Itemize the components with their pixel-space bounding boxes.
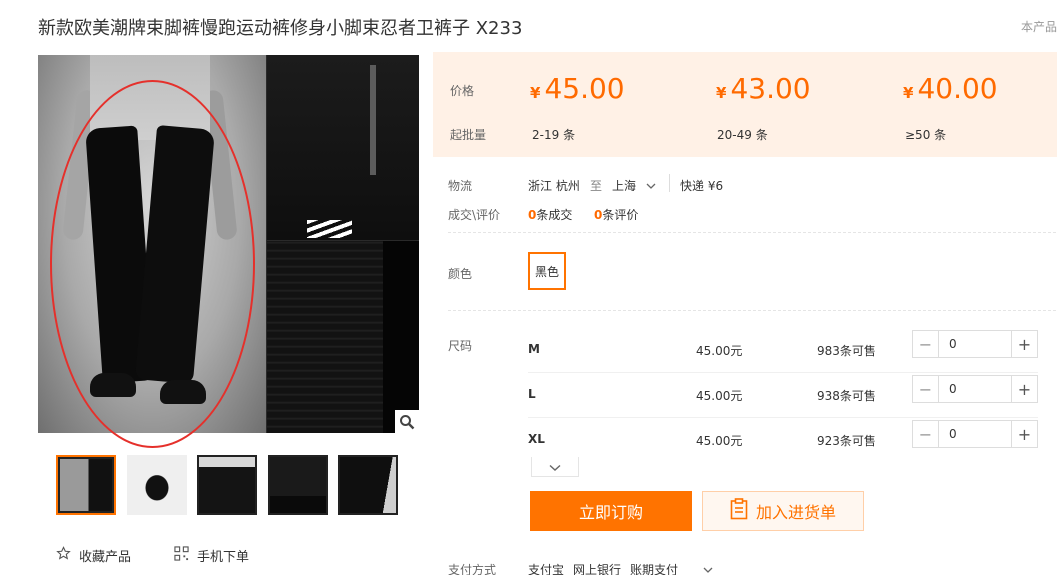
tier-price-3: ¥40.00	[903, 72, 998, 105]
deals-count-link[interactable]: 0条成交	[528, 206, 572, 223]
star-outline-icon	[56, 546, 71, 565]
size-name: M	[528, 342, 540, 356]
chevron-down-icon	[703, 563, 713, 575]
to-word: 至	[590, 179, 603, 193]
decrease-button[interactable]: −	[913, 421, 939, 447]
mobile-label: 手机下单	[197, 550, 250, 565]
moq-label: 起批量	[450, 128, 487, 142]
buy-now-button[interactable]: 立即订购	[530, 491, 692, 531]
qr-code-icon	[174, 546, 189, 565]
size-stock: 938条可售	[817, 389, 876, 403]
highlight-circle	[50, 80, 255, 448]
payment-option-online-bank: 网上银行	[573, 563, 622, 575]
size-row-m: M 45.00元 983条可售 − 0 +	[528, 328, 1038, 373]
color-label: 颜色	[448, 267, 473, 281]
thumbnail-strip	[56, 455, 398, 517]
thumbnail-1[interactable]	[56, 455, 116, 515]
price-label: 价格	[450, 84, 475, 98]
reviews-count-link[interactable]: 0条评价	[594, 206, 638, 223]
size-price: 45.00元	[696, 434, 743, 448]
product-title: 新款欧美潮牌束脚裤慢跑运动裤修身小脚束忍者卫裤子 X233	[38, 18, 523, 39]
favorite-label: 收藏产品	[79, 550, 132, 565]
quantity-stepper: − 0 +	[912, 330, 1038, 358]
size-label: 尺码	[448, 339, 473, 353]
origin-location: 浙江 杭州	[528, 179, 580, 193]
quantity-input[interactable]: 0	[939, 376, 1011, 402]
tier-price-1: ¥45.00	[530, 72, 625, 105]
related-products-link[interactable]: 本产品	[1021, 18, 1057, 35]
size-name: XL	[528, 432, 545, 446]
thumbnail-2[interactable]	[127, 455, 187, 515]
mobile-order-button[interactable]: 手机下单	[174, 546, 249, 565]
color-option-black[interactable]: 黑色	[528, 252, 566, 290]
payment-option-credit: 账期支付	[630, 563, 679, 575]
logistics-label: 物流	[448, 179, 473, 193]
tier-range-2: 20-49 条	[717, 128, 768, 142]
quantity-input[interactable]: 0	[939, 421, 1011, 447]
tier-range-1: 2-19 条	[532, 128, 576, 142]
payment-label: 支付方式	[448, 563, 497, 575]
add-to-purchase-list-button[interactable]: 加入进货单	[702, 491, 864, 531]
favorite-product-button[interactable]: 收藏产品	[56, 546, 131, 565]
deals-reviews-label: 成交\评价	[448, 208, 501, 222]
tier-price-2: ¥43.00	[716, 72, 811, 105]
expand-sizes-button[interactable]	[531, 457, 579, 477]
shipping-fee: 快递 ¥6	[680, 179, 724, 193]
price-panel: 价格 起批量 ¥45.00 ¥43.00 ¥40.00 2-19 条 20-49…	[433, 52, 1057, 157]
chevron-down-icon	[646, 179, 656, 193]
increase-button[interactable]: +	[1011, 331, 1037, 357]
section-divider	[448, 232, 1056, 233]
quantity-stepper: − 0 +	[912, 420, 1038, 448]
decrease-button[interactable]: −	[913, 376, 939, 402]
section-divider	[448, 310, 1056, 311]
tier-range-3: ≥50 条	[905, 128, 947, 142]
size-row-l: L 45.00元 938条可售 − 0 +	[528, 373, 1038, 418]
cuff-detail-photo	[267, 241, 419, 433]
size-name: L	[528, 387, 536, 401]
add-to-list-label: 加入进货单	[755, 503, 836, 522]
thumbnail-4[interactable]	[268, 455, 328, 515]
increase-button[interactable]: +	[1011, 421, 1037, 447]
logistics-divider	[669, 174, 670, 192]
pocket-detail-photo	[267, 55, 419, 240]
decrease-button[interactable]: −	[913, 331, 939, 357]
chevron-down-icon	[549, 457, 561, 476]
increase-button[interactable]: +	[1011, 376, 1037, 402]
quantity-stepper: − 0 +	[912, 375, 1038, 403]
magnifier-icon[interactable]	[395, 410, 419, 434]
size-stock: 983条可售	[817, 344, 876, 358]
size-price: 45.00元	[696, 389, 743, 403]
size-row-xl: XL 45.00元 923条可售 − 0 +	[528, 418, 1038, 463]
clipboard-icon	[730, 498, 748, 524]
thumbnail-3[interactable]	[197, 455, 257, 515]
size-price: 45.00元	[696, 344, 743, 358]
thumbnail-5[interactable]	[338, 455, 398, 515]
quantity-input[interactable]: 0	[939, 331, 1011, 357]
destination-select[interactable]: 上海	[612, 177, 656, 194]
size-stock: 923条可售	[817, 434, 876, 448]
payment-expand-button[interactable]	[703, 563, 713, 575]
payment-option-alipay: 支付宝	[528, 563, 565, 575]
